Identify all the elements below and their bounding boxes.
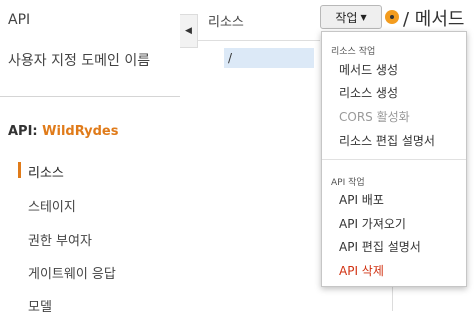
sidebar-item-stages[interactable]: 스테이지 xyxy=(28,196,76,215)
sidebar-item-resources[interactable]: 리소스 xyxy=(28,162,64,181)
sidebar-divider xyxy=(0,96,180,97)
actions-dropdown-menu: 리소스 작업 메서드 생성 리소스 생성 CORS 활성화 리소스 편집 설명서… xyxy=(321,31,467,287)
resource-tree-root[interactable]: / xyxy=(224,48,314,68)
caret-down-icon: ▼ xyxy=(360,12,367,22)
menu-item-import-api[interactable]: API 가져오기 xyxy=(339,215,406,232)
sidebar-item-gateway-responses[interactable]: 게이트웨이 응답 xyxy=(28,263,116,282)
sidebar-item-authorizers[interactable]: 권한 부여자 xyxy=(28,230,92,249)
resources-title: 리소스 xyxy=(208,15,244,30)
menu-item-enable-cors: CORS 활성화 xyxy=(339,110,410,124)
info-pointer-icon xyxy=(385,10,399,24)
actions-button[interactable]: 작업 ▼ xyxy=(320,5,382,29)
resources-panel: 리소스 / xyxy=(198,0,320,311)
menu-item-create-method[interactable]: 메서드 생성 xyxy=(339,61,398,78)
api-name: WildRydes xyxy=(42,124,119,139)
resources-header-divider xyxy=(198,40,320,41)
menu-separator xyxy=(322,159,466,160)
collapse-sidebar-button[interactable]: ◀ xyxy=(180,14,198,48)
sidebar-custom-domains-link[interactable]: 사용자 지정 도메인 이름 xyxy=(8,50,150,70)
menu-item-edit-api-docs[interactable]: API 편집 설명서 xyxy=(339,238,421,255)
active-item-marker xyxy=(18,162,21,178)
api-actions-heading: API 작업 xyxy=(331,178,365,188)
menu-item-delete-api[interactable]: API 삭제 xyxy=(339,262,384,279)
sidebar: API 사용자 지정 도메인 이름 API: WildRydes 리소스 스테이… xyxy=(0,0,180,315)
chevron-left-icon: ◀ xyxy=(185,26,192,36)
menu-item-create-resource[interactable]: 리소스 생성 xyxy=(339,84,398,101)
sidebar-api-link[interactable]: API xyxy=(8,12,30,28)
resource-actions-heading: 리소스 작업 xyxy=(331,47,376,57)
menu-item-deploy-api[interactable]: API 배포 xyxy=(339,191,384,208)
api-prefix: API: xyxy=(8,124,38,139)
sidebar-item-models[interactable]: 모델 xyxy=(28,296,52,315)
actions-button-label: 작업 xyxy=(335,10,358,25)
sidebar-api-name: API: WildRydes xyxy=(8,124,118,139)
method-title: / 메서드 xyxy=(403,9,465,30)
menu-item-edit-resource-docs[interactable]: 리소스 편집 설명서 xyxy=(339,132,435,149)
